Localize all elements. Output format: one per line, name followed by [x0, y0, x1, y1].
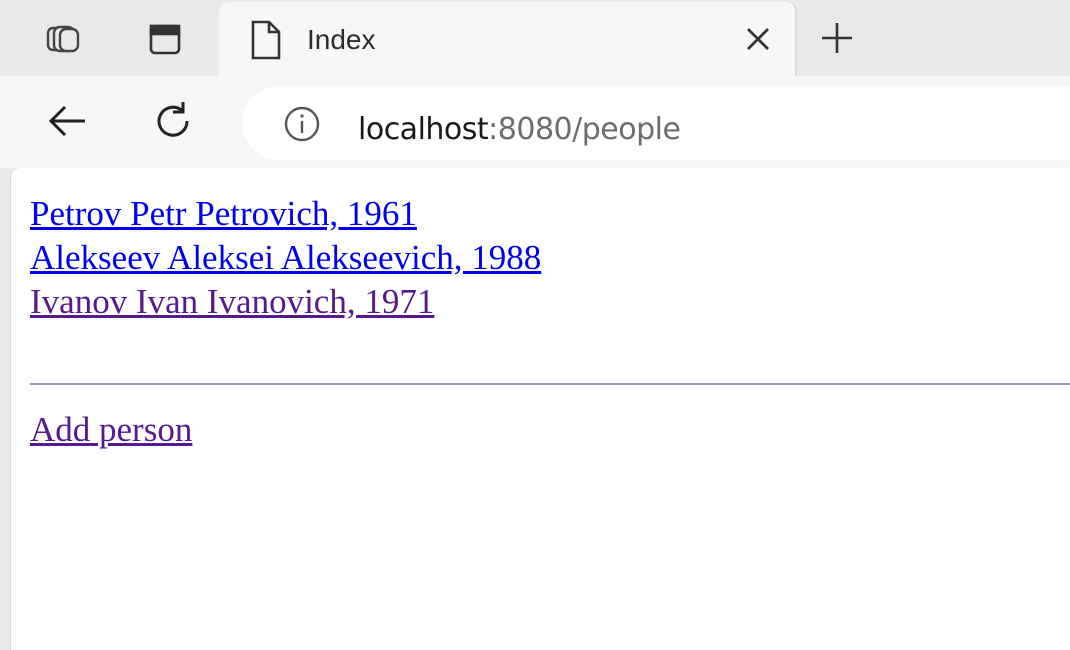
tab-actions-icon[interactable] — [140, 14, 190, 64]
workspaces-icon[interactable] — [38, 14, 88, 64]
horizontal-rule — [30, 383, 1070, 385]
back-arrow-icon[interactable] — [42, 96, 92, 146]
url-path: :8080/people — [488, 112, 681, 147]
add-person-link[interactable]: Add person — [30, 410, 192, 450]
page-viewport: Petrov Petr Petrovich, 1961 Alekseev Ale… — [10, 168, 1070, 650]
toolbar: localhost:8080/people — [0, 76, 1070, 168]
info-icon[interactable] — [282, 104, 322, 144]
active-tab[interactable]: Index — [219, 2, 797, 76]
page-icon — [251, 20, 281, 60]
address-bar[interactable]: localhost:8080/people — [242, 86, 1070, 160]
people-list: Petrov Petr Petrovich, 1961 Alekseev Ale… — [30, 192, 541, 324]
tab-strip: Index — [0, 0, 1070, 76]
person-link-petrov[interactable]: Petrov Petr Petrovich, 1961 — [30, 192, 541, 236]
tab-title: Index — [307, 24, 376, 55]
close-icon[interactable] — [743, 24, 773, 54]
url-text[interactable]: localhost:8080/people — [358, 112, 681, 147]
url-host: localhost — [358, 112, 489, 147]
plus-icon[interactable] — [812, 18, 862, 58]
person-link-ivanov[interactable]: Ivanov Ivan Ivanovich, 1971 — [30, 280, 541, 324]
person-link-alekseev[interactable]: Alekseev Aleksei Alekseevich, 1988 — [30, 236, 541, 280]
reload-icon[interactable] — [148, 96, 198, 146]
